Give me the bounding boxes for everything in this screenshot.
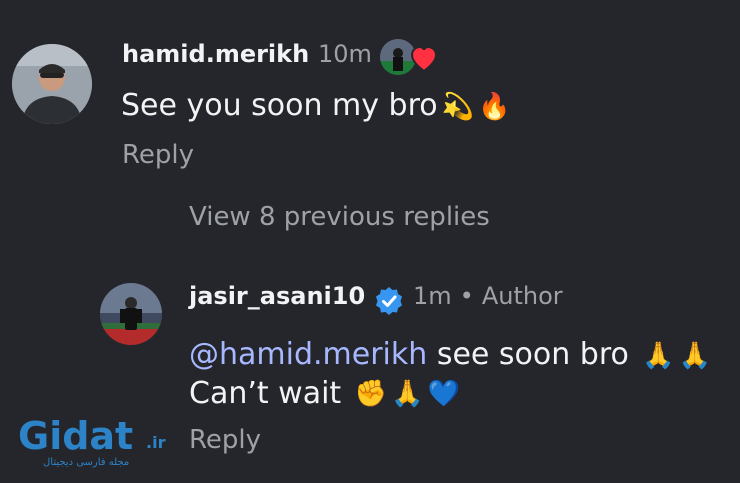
comment-body: Can’t wait: [189, 375, 342, 411]
praying-hands-emoji: 🙏: [678, 340, 712, 371]
verified-badge-icon: [376, 287, 402, 315]
heart-icon: [410, 45, 438, 73]
view-previous-replies-button[interactable]: View 8 previous replies: [189, 202, 490, 232]
comment-body: see soon bro: [427, 337, 629, 372]
fire-emoji: 🔥: [478, 91, 511, 122]
dizzy-emoji: 💫: [441, 91, 475, 122]
author-username[interactable]: jasir_asani10: [189, 282, 365, 310]
watermark-tagline: مجله فارسی دیجیتال: [43, 457, 130, 468]
commenter-username[interactable]: hamid.merikh: [122, 40, 309, 68]
author-label: Author: [481, 282, 563, 310]
comment-text: @hamid.merikh see soon bro 🙏 🙏 Can’t wait…: [189, 336, 711, 413]
mention-link[interactable]: @hamid.merikh: [189, 337, 427, 372]
watermark-tld: .ir: [146, 433, 166, 452]
praying-hands-emoji: 🙏: [642, 340, 675, 371]
comment-line-1: @hamid.merikh see soon bro 🙏 🙏: [189, 336, 711, 375]
separator-dot: •: [459, 282, 474, 310]
comment-body: See you soon my bro: [121, 88, 438, 123]
avatar-image: [100, 283, 162, 345]
commenter-avatar[interactable]: [12, 44, 92, 124]
raised-fist-emoji: ✊: [354, 379, 388, 409]
liked-by-author-badge: [380, 39, 438, 75]
watermark-logo: Gidat: [18, 414, 134, 458]
comment-time: 1m: [413, 282, 452, 310]
avatar-image: [12, 44, 92, 124]
praying-hands-emoji: 🙏: [391, 379, 424, 409]
comment-time: 10m: [318, 40, 372, 68]
comment-text: See you soon my bro 💫 🔥: [121, 87, 510, 126]
reply-button[interactable]: Reply: [189, 425, 261, 455]
author-meta: 1m • Author: [413, 282, 563, 310]
author-avatar[interactable]: [100, 283, 162, 345]
comment-line-2: Can’t wait ✊ 🙏 💙: [189, 375, 711, 414]
blue-heart-emoji: 💙: [427, 379, 460, 409]
reply-button[interactable]: Reply: [122, 140, 194, 170]
